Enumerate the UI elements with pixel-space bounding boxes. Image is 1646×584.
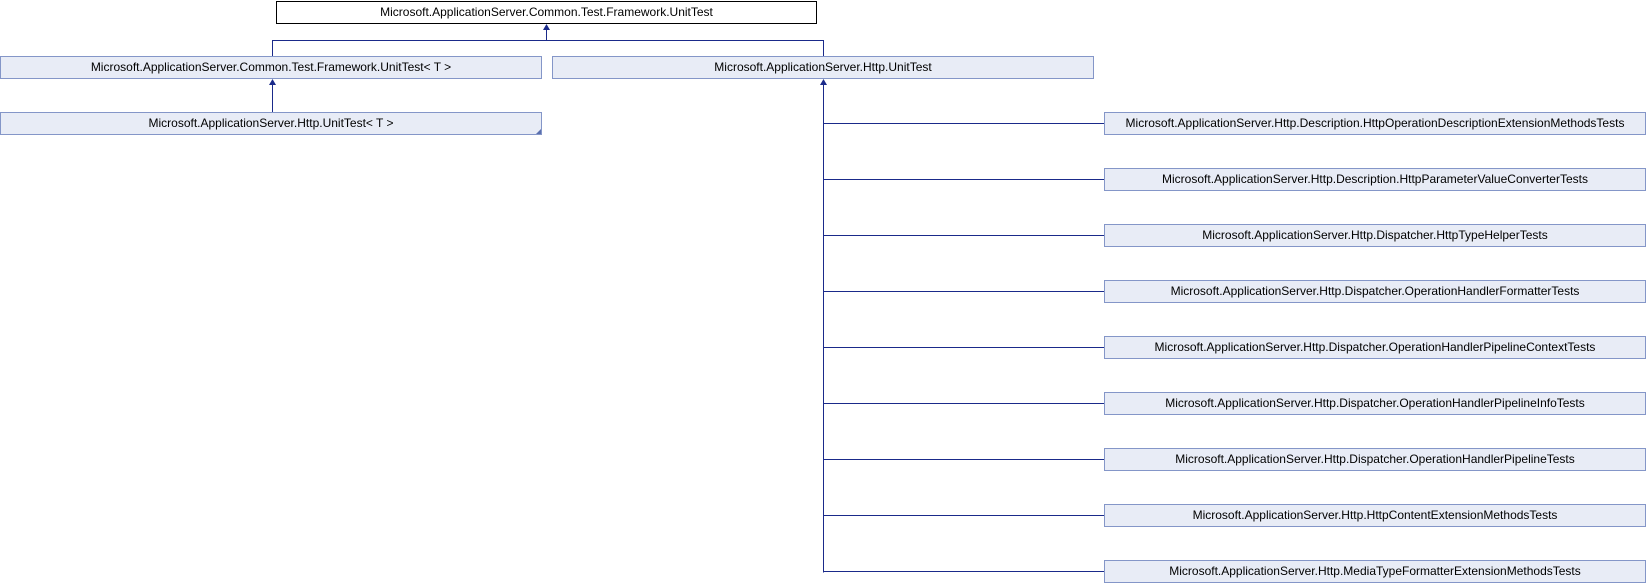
- node-generic-unittest[interactable]: Microsoft.ApplicationServer.Common.Test.…: [0, 56, 542, 79]
- edge-root-http-unittest: [546, 40, 824, 56]
- node-label: Microsoft.ApplicationServer.Common.Test.…: [380, 5, 713, 19]
- node-label: Microsoft.ApplicationServer.Http.Dispatc…: [1202, 228, 1548, 242]
- node-label: Microsoft.ApplicationServer.Http.Dispatc…: [1165, 396, 1585, 410]
- node-label: Microsoft.ApplicationServer.Http.Dispatc…: [1170, 284, 1580, 298]
- node-label: Microsoft.ApplicationServer.Http.MediaTy…: [1169, 564, 1581, 578]
- arrowhead-root: [543, 24, 550, 30]
- node-http-unittest[interactable]: Microsoft.ApplicationServer.Http.UnitTes…: [552, 56, 1094, 79]
- node-derived-test-8[interactable]: Microsoft.ApplicationServer.Http.HttpCon…: [1104, 504, 1646, 527]
- node-derived-test-9[interactable]: Microsoft.ApplicationServer.Http.MediaTy…: [1104, 560, 1646, 583]
- node-http-generic-unittest[interactable]: Microsoft.ApplicationServer.Http.UnitTes…: [0, 112, 542, 135]
- node-derived-test-2[interactable]: Microsoft.ApplicationServer.Http.Descrip…: [1104, 168, 1646, 191]
- node-label: Microsoft.ApplicationServer.Http.Dispatc…: [1175, 452, 1575, 466]
- node-derived-test-1[interactable]: Microsoft.ApplicationServer.Http.Descrip…: [1104, 112, 1646, 135]
- node-label: Microsoft.ApplicationServer.Http.Dispatc…: [1154, 340, 1596, 354]
- arrowhead-http-unittest: [820, 79, 827, 85]
- inheritance-diagram: Microsoft.ApplicationServer.Common.Test.…: [0, 0, 1646, 584]
- node-label: Microsoft.ApplicationServer.Http.UnitTes…: [148, 116, 394, 130]
- arrowhead-generic-base: [269, 79, 276, 85]
- node-label: Microsoft.ApplicationServer.Http.Descrip…: [1125, 116, 1625, 130]
- fold-corner-icon: [536, 129, 541, 134]
- node-derived-test-7[interactable]: Microsoft.ApplicationServer.Http.Dispatc…: [1104, 448, 1646, 471]
- node-label: Microsoft.ApplicationServer.Common.Test.…: [90, 60, 452, 74]
- node-root-unittest: Microsoft.ApplicationServer.Common.Test.…: [276, 1, 817, 24]
- node-label: Microsoft.ApplicationServer.Http.Descrip…: [1162, 172, 1588, 186]
- node-label: Microsoft.ApplicationServer.Http.HttpCon…: [1192, 508, 1558, 522]
- node-derived-test-6[interactable]: Microsoft.ApplicationServer.Http.Dispatc…: [1104, 392, 1646, 415]
- node-derived-test-3[interactable]: Microsoft.ApplicationServer.Http.Dispatc…: [1104, 224, 1646, 247]
- node-label: Microsoft.ApplicationServer.Http.UnitTes…: [714, 60, 932, 74]
- node-derived-test-4[interactable]: Microsoft.ApplicationServer.Http.Dispatc…: [1104, 280, 1646, 303]
- node-derived-test-5[interactable]: Microsoft.ApplicationServer.Http.Dispatc…: [1104, 336, 1646, 359]
